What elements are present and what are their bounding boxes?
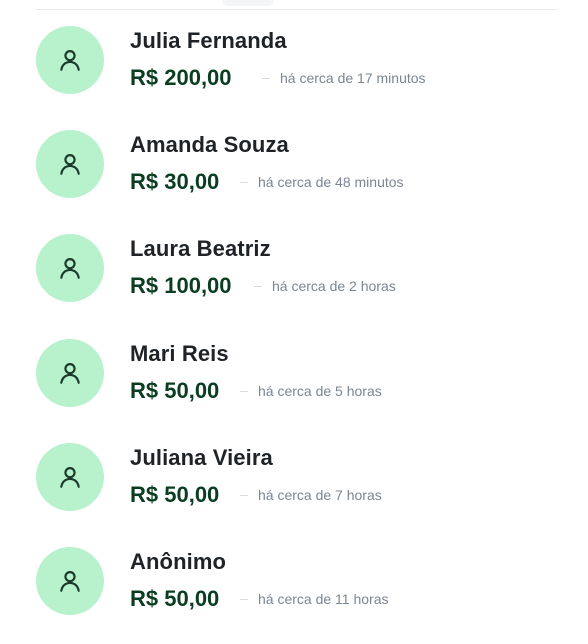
avatar <box>36 547 104 615</box>
donor-name: Laura Beatriz <box>130 236 271 261</box>
avatar <box>36 339 104 407</box>
separator-dash <box>240 391 248 392</box>
donation-amount: R$ 50,00 <box>130 378 220 403</box>
user-icon <box>60 363 80 384</box>
top-divider <box>36 9 558 10</box>
donation-amount: R$ 30,00 <box>130 169 220 194</box>
user-icon <box>60 154 80 175</box>
donor-name: Mari Reis <box>130 341 229 366</box>
avatar <box>36 443 104 511</box>
donation-time: há cerca de 5 horas <box>258 383 382 399</box>
separator-dash <box>262 78 270 79</box>
donation-time: há cerca de 7 horas <box>258 487 382 503</box>
donor-name: Julia Fernanda <box>130 28 287 53</box>
donor-name: Amanda Souza <box>130 132 289 157</box>
donation-time: há cerca de 2 horas <box>272 278 396 294</box>
user-icon <box>60 571 80 592</box>
donation-item: Amanda Souza R$ 30,00 há cerca de 48 min… <box>0 126 588 216</box>
user-icon <box>60 50 80 71</box>
donation-time: há cerca de 48 minutos <box>258 174 404 190</box>
user-icon <box>60 258 80 279</box>
user-icon <box>60 467 80 488</box>
donor-name: Juliana Vieira <box>130 445 273 470</box>
donation-item: Anônimo R$ 50,00 há cerca de 11 horas <box>0 543 588 633</box>
separator-dash <box>254 286 262 287</box>
donation-amount: R$ 50,00 <box>130 482 220 507</box>
separator-dash <box>240 599 248 600</box>
donation-item: Laura Beatriz R$ 100,00 há cerca de 2 ho… <box>0 230 588 320</box>
top-tab-edge <box>222 0 274 6</box>
donation-time: há cerca de 17 minutos <box>280 70 426 86</box>
separator-dash <box>240 182 248 183</box>
avatar <box>36 130 104 198</box>
donation-amount: R$ 200,00 <box>130 65 232 90</box>
donation-time: há cerca de 11 horas <box>258 591 389 607</box>
donor-name: Anônimo <box>130 549 227 574</box>
donation-amount: R$ 100,00 <box>130 273 232 298</box>
donation-amount: R$ 50,00 <box>130 586 220 611</box>
donation-item: Julia Fernanda R$ 200,00 há cerca de 17 … <box>0 22 588 112</box>
donation-item: Mari Reis R$ 50,00 há cerca de 5 horas <box>0 335 588 425</box>
donation-item: Juliana Vieira R$ 50,00 há cerca de 7 ho… <box>0 439 588 529</box>
avatar <box>36 26 104 94</box>
separator-dash <box>240 495 248 496</box>
avatar <box>36 234 104 302</box>
